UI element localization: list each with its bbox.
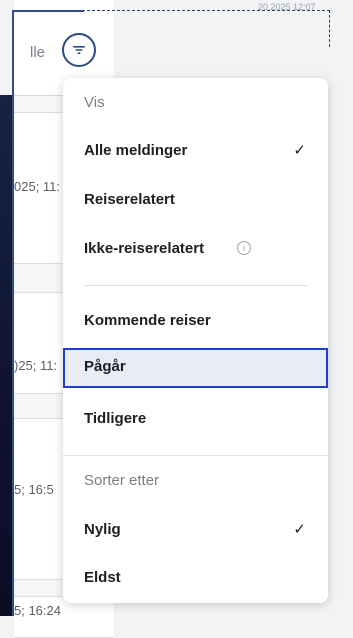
section-label-view: Vis: [84, 94, 105, 111]
menu-item-upcoming-trips[interactable]: Kommende reiser: [63, 302, 328, 342]
focus-frame-left: [12, 10, 14, 616]
menu-item-in-progress[interactable]: Pågår: [63, 348, 328, 388]
menu-item-recent[interactable]: Nylig ✓: [63, 511, 328, 551]
info-icon[interactable]: i: [237, 241, 251, 255]
menu-section-divider: [63, 455, 328, 456]
menu-item-oldest[interactable]: Eldst: [63, 559, 328, 599]
list-item-timestamp: )25; 11:: [14, 358, 58, 373]
menu-item-label: Alle meldinger: [84, 142, 188, 159]
menu-item-label: Tidligere: [84, 410, 147, 427]
check-icon: ✓: [293, 142, 306, 159]
menu-item-all-messages[interactable]: Alle meldinger ✓: [63, 132, 328, 172]
menu-item-non-travel-related[interactable]: Ikke-reiserelatert i: [63, 230, 328, 270]
focus-frame-top: [12, 10, 84, 12]
menu-divider: [84, 285, 308, 286]
section-label-sort: Sorter etter: [84, 472, 160, 489]
filter-dropdown-menu: Vis Alle meldinger ✓ Reiserelatert Ikke-…: [63, 78, 328, 603]
check-icon: ✓: [293, 521, 306, 538]
menu-item-label: Nylig: [84, 521, 121, 538]
menu-item-label: Ikke-reiserelatert: [84, 240, 205, 257]
filter-button[interactable]: [62, 33, 96, 67]
menu-item-earlier[interactable]: Tidligere: [63, 400, 328, 440]
selection-rectangle: [12, 10, 330, 47]
list-item-timestamp: 5; 16:5: [14, 482, 54, 497]
list-item-timestamp: 025; 11:: [14, 179, 61, 194]
menu-item-label: Pågår: [84, 358, 126, 375]
filter-icon: [73, 46, 85, 54]
menu-item-label: Reiserelatert: [84, 191, 175, 208]
menu-item-label: Kommende reiser: [84, 312, 211, 329]
menu-item-travel-related[interactable]: Reiserelatert: [63, 181, 328, 221]
menu-item-label: Eldst: [84, 569, 121, 586]
